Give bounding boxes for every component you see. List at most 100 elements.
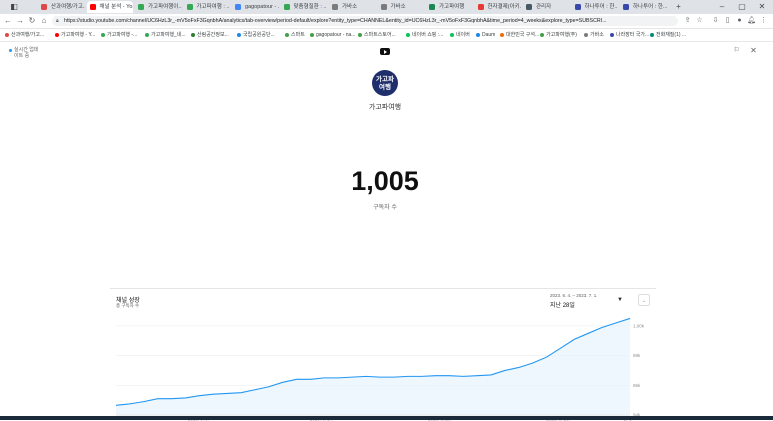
y-tick-label: 96k — [633, 383, 641, 388]
browser-tab-strip: 산과여행/가고... 채널 분석 - Yo... 가고파여행이...가고파여행 : … — [0, 0, 773, 14]
minimize-icon[interactable]: – — [712, 0, 732, 14]
browser-tab-label: 가바소 — [342, 4, 357, 10]
tab-favicon-icon — [332, 4, 338, 10]
bookmark-label: 네이버 — [456, 32, 470, 38]
y-tick-label: 98k — [633, 353, 641, 358]
back-icon[interactable]: ← — [2, 14, 14, 28]
new-tab-button[interactable]: + — [669, 0, 689, 14]
browser-tab[interactable]: 한자결제(아키... — [475, 1, 522, 13]
browser-tab[interactable]: 하나투어 : 한... — [620, 1, 667, 13]
browser-tab-label: 가고파여행이... — [148, 4, 182, 10]
bookmark-label: gagopatour - na... — [316, 32, 355, 38]
bookmark-favicon-icon — [285, 33, 289, 37]
close-window-icon[interactable]: ✕ — [752, 0, 772, 14]
bookmark-favicon-icon — [55, 33, 59, 37]
home-icon[interactable]: ⌂ — [38, 14, 50, 28]
bookmark-favicon-icon — [540, 33, 544, 37]
browser-tab[interactable]: 맞춤형질환 : ... — [281, 1, 328, 13]
bookmark-item[interactable]: 산과여행/가고... — [4, 29, 44, 41]
browser-tab-label: 관리자 — [536, 4, 551, 10]
bookmark-label: Daum — [482, 32, 495, 38]
bookmarks-bar: 산과여행/가고... 가고파여행 - Y... 가고파여행 -... 가고파여행_네.… — [0, 29, 773, 42]
bookmark-label: 산림공간정보... — [197, 32, 229, 38]
menu-icon[interactable]: ⋮ — [758, 14, 769, 28]
bookmark-favicon-icon — [5, 33, 9, 37]
bookmark-label: 산과여행/가고... — [11, 32, 44, 38]
bookmark-item[interactable]: 가고파여행(주) — [539, 29, 577, 41]
browser-tab[interactable]: 채널 분석 - Yo... — [87, 1, 134, 13]
bookmark-item[interactable]: 스마트 — [284, 29, 305, 41]
browser-tab-label: 가고파여행 — [439, 4, 464, 10]
bookmark-item[interactable]: 나라장터 국가... — [609, 29, 649, 41]
browser-tab-label: 산과여행/가고... — [51, 4, 85, 10]
bookmark-favicon-icon — [191, 33, 195, 37]
browser-tab-label: 맞춤형질환 : ... — [294, 4, 328, 10]
feedback-icon[interactable]: ⚐ — [732, 46, 741, 55]
avatar-text-line1: 가고파 — [372, 76, 398, 84]
tab-favicon-icon — [90, 4, 96, 10]
tab-favicon-icon — [623, 4, 629, 10]
bookmark-item[interactable]: 산림공간정보... — [190, 29, 229, 41]
realtime-dot-icon — [9, 49, 12, 52]
bookmark-favicon-icon — [650, 33, 654, 37]
y-tick-label: 1,00k — [633, 323, 645, 328]
bookmark-label: 스마트스토어... — [364, 32, 396, 38]
bookmark-label: 전화재질(1) ... — [656, 32, 686, 38]
browser-tab[interactable]: 가고파여행이... — [135, 1, 182, 13]
forward-icon[interactable]: → — [14, 14, 26, 28]
reload-icon[interactable]: ↻ — [26, 14, 38, 28]
bookmark-item[interactable]: 국립공원공단... — [236, 29, 275, 41]
bookmark-label: 가고파여행 -... — [107, 32, 137, 38]
bell-icon[interactable]: 🔔︎ — [746, 14, 757, 28]
browser-tab[interactable]: 하나투어 : 한... — [572, 1, 619, 13]
bookmark-label: 가바소 — [590, 32, 604, 38]
youtube-logo-icon — [380, 48, 390, 55]
bookmark-item[interactable]: 네이버 쇼핑 :... — [405, 29, 443, 41]
tab-favicon-icon — [429, 4, 435, 10]
bookmark-item[interactable]: gagopatour - na... — [309, 29, 355, 41]
browser-tab[interactable]: 가바소 — [329, 1, 376, 13]
bookmark-item[interactable]: 대한민국 구석... — [499, 29, 539, 41]
growth-chart: 1,00k98k96k94k2023. 6. 8.2023. 6. 14.202… — [110, 309, 656, 421]
bookmark-favicon-icon — [450, 33, 454, 37]
browser-tab[interactable]: 가바소 — [378, 1, 425, 13]
browser-tab-label: 하나투어 : 한... — [633, 4, 667, 10]
browser-tab-label: 채널 분석 - Yo... — [100, 4, 134, 10]
bookmark-item[interactable]: Daum — [475, 29, 495, 41]
bookmark-favicon-icon — [145, 33, 149, 37]
date-range-label[interactable]: 지난 28일 — [550, 300, 575, 309]
bookmark-item[interactable]: 스마트스토어... — [357, 29, 396, 41]
date-range-dates[interactable]: 2023. 6. 4. – 2023. 7. 1. — [550, 293, 598, 298]
bookmark-label: 대한민국 구석... — [506, 32, 539, 38]
browser-icon[interactable]: ◧ — [4, 0, 24, 14]
profile-icon[interactable]: ● — [734, 14, 745, 28]
bookmark-star-icon[interactable]: ☆ — [694, 14, 705, 28]
address-bar[interactable]: 🔒︎ https://studio.youtube.com/channel/UC… — [52, 16, 678, 26]
browser-tab[interactable]: 산과여행/가고... — [38, 1, 85, 13]
bookmark-item[interactable]: 전화재질(1) ... — [649, 29, 686, 41]
maximize-icon[interactable]: ▢ — [732, 0, 752, 14]
browser-tab[interactable]: 가고파여행 — [426, 1, 473, 13]
browser-tab[interactable]: gagopatour - ... — [232, 1, 279, 13]
bookmark-label: 가고파여행 - Y... — [61, 32, 95, 38]
tab-favicon-icon — [381, 4, 387, 10]
bookmark-item[interactable]: 네이버 — [449, 29, 470, 41]
expand-chart-button[interactable]: ⌄ — [638, 294, 650, 306]
bookmark-item[interactable]: 가고파여행 - Y... — [54, 29, 95, 41]
bookmark-item[interactable]: 가바소 — [583, 29, 604, 41]
sidebar-icon[interactable]: ▯ — [722, 14, 733, 28]
bookmark-item[interactable]: 가고파여행 -... — [100, 29, 137, 41]
lock-icon: 🔒︎ — [56, 16, 59, 26]
bookmark-item[interactable]: 가고파여행_네... — [144, 29, 186, 41]
bookmark-label: 스마트 — [291, 32, 305, 38]
close-icon[interactable]: ✕ — [749, 46, 758, 55]
browser-tab-label: 가바소 — [391, 4, 406, 10]
download-icon[interactable]: ⇩ — [710, 14, 721, 28]
chevron-down-icon[interactable]: ▼ — [617, 297, 623, 303]
address-row: ← → ↻ ⌂ 🔒︎ https://studio.youtube.com/ch… — [0, 14, 773, 29]
os-taskbar — [0, 416, 773, 420]
bookmark-label: 가고파여행_네... — [151, 32, 186, 38]
browser-tab[interactable]: 가고파여행 : ... — [184, 1, 231, 13]
browser-tab[interactable]: 관리자 — [523, 1, 570, 13]
share-icon[interactable]: ⇪ — [682, 14, 693, 28]
